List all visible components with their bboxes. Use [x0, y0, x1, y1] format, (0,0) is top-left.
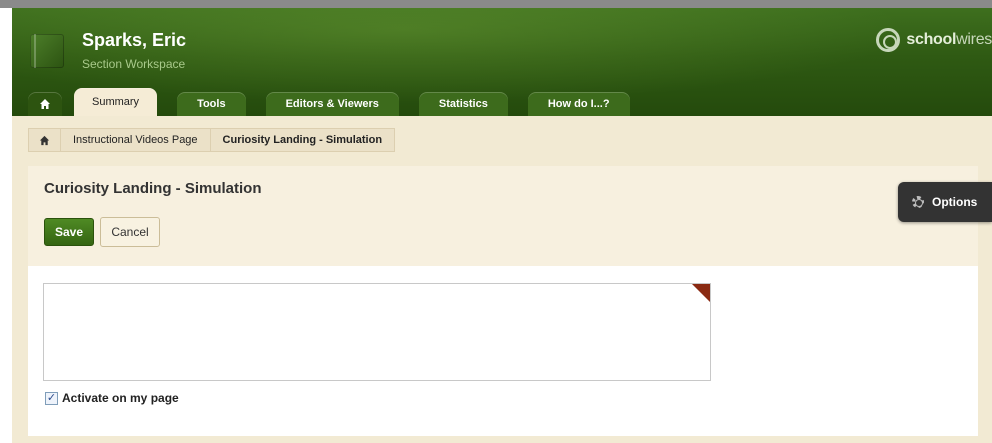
workspace-label: Section Workspace: [82, 57, 186, 71]
schoolwires-logo[interactable]: schoolwires: [876, 28, 992, 52]
breadcrumb-item-instructional-videos[interactable]: Instructional Videos Page: [60, 128, 211, 152]
activate-row: ✓ Activate on my page: [45, 391, 179, 405]
content-editor-area[interactable]: [43, 283, 711, 381]
editor-body-panel: ✓ Activate on my page: [28, 266, 978, 436]
home-icon: [40, 99, 50, 109]
resize-corner-icon[interactable]: [692, 284, 710, 302]
main-tabs: Summary Tools Editors & Viewers Statisti…: [12, 86, 650, 116]
tab-tools[interactable]: Tools: [177, 92, 246, 116]
activate-label: Activate on my page: [62, 391, 179, 405]
breadcrumb: Instructional Videos Page Curiosity Land…: [28, 128, 396, 152]
tab-summary[interactable]: Summary: [74, 88, 158, 116]
home-icon: [39, 135, 50, 145]
tab-statistics[interactable]: Statistics: [418, 92, 508, 116]
options-label: Options: [932, 195, 978, 209]
tab-editors-viewers[interactable]: Editors & Viewers: [265, 92, 399, 116]
owner-name: Sparks, Eric: [82, 30, 187, 50]
editor-header-panel: Curiosity Landing - Simulation Save Canc…: [28, 166, 978, 266]
section-book-icon: [30, 34, 64, 68]
options-button[interactable]: Options: [898, 182, 992, 222]
logo-circle-icon: [876, 28, 901, 52]
page-title: Curiosity Landing - Simulation: [44, 180, 262, 197]
breadcrumb-home[interactable]: [28, 128, 61, 152]
logo-text-bold: school: [906, 31, 957, 48]
activate-checkbox[interactable]: ✓: [45, 391, 58, 405]
cancel-button[interactable]: Cancel: [100, 217, 160, 247]
tab-home[interactable]: [28, 92, 62, 116]
save-button[interactable]: Save: [44, 218, 94, 246]
content-area: Instructional Videos Page Curiosity Land…: [12, 116, 992, 443]
tab-how-do-i[interactable]: How do I...?: [527, 92, 630, 116]
window-top-bar: [0, 0, 992, 8]
app-window: Sparks, Eric Section Workspace schoolwir…: [0, 0, 992, 443]
gear-icon: [910, 194, 926, 210]
breadcrumb-item-current: Curiosity Landing - Simulation: [209, 128, 396, 152]
logo-text-light: wires: [956, 31, 992, 48]
